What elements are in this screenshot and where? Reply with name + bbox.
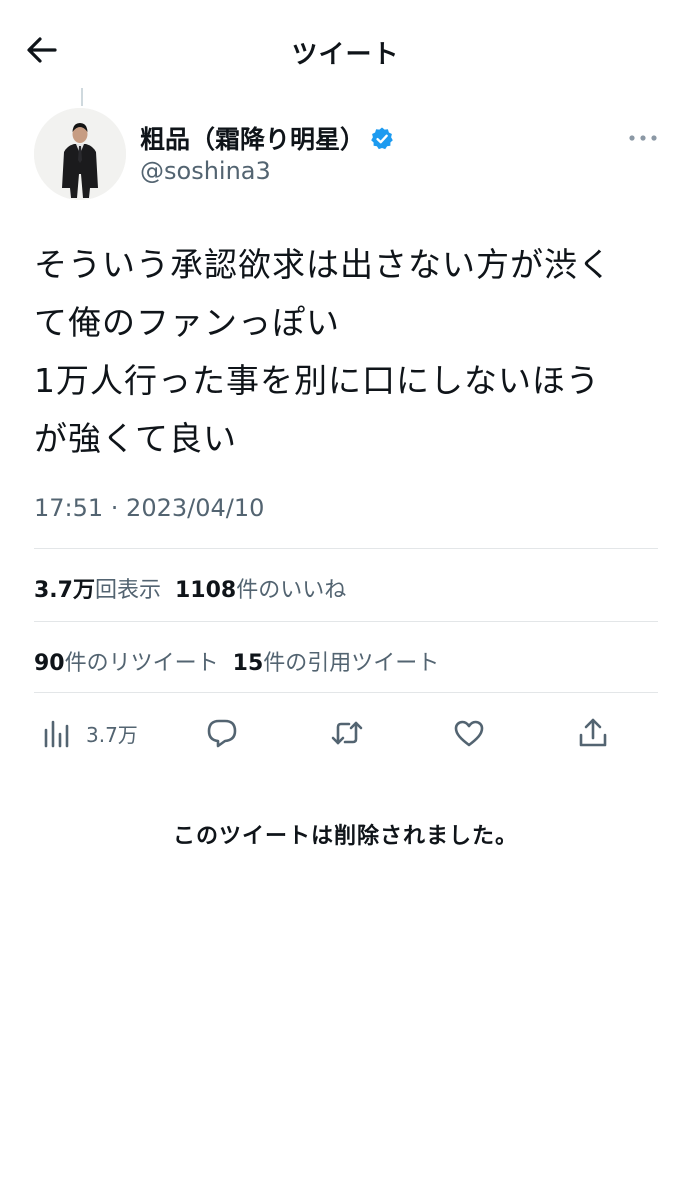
reply-button[interactable] — [205, 710, 239, 756]
author-handle[interactable]: @soshina3 — [140, 157, 271, 185]
views-button[interactable]: 3.7万 — [40, 710, 138, 756]
author-name-text: 粗品（霜降り明星） — [140, 125, 366, 154]
stats-row-views-likes: 3.7万回表示 1108件のいいね — [34, 572, 346, 604]
likes-stat-label: 件のいいね — [236, 578, 347, 603]
reply-icon — [207, 719, 237, 748]
thread-connector-line — [81, 88, 83, 106]
avatar[interactable] — [34, 108, 126, 200]
views-stat-label: 回表示 — [94, 578, 161, 603]
retweets-stat-value: 90 — [34, 651, 65, 676]
views-count: 3.7万 — [86, 722, 138, 747]
tweet-detail-page: ツイート 粗品（霜降り明星） @soshina3 そういう承認欲求は出さない方が… — [0, 0, 691, 1200]
divider — [34, 692, 658, 693]
header: ツイート — [0, 0, 691, 100]
analytics-icon — [44, 720, 69, 748]
more-horizontal-icon — [629, 135, 657, 141]
like-icon — [454, 720, 484, 747]
quotes-stat-label: 件の引用ツイート — [263, 651, 440, 676]
likes-stat-value: 1108 — [175, 578, 237, 603]
page-title: ツイート — [291, 40, 400, 70]
likes-stat[interactable]: 1108件のいいね — [175, 578, 346, 603]
quotes-stat-value: 15 — [232, 651, 264, 676]
views-stat[interactable]: 3.7万回表示 — [34, 578, 161, 603]
tweet-text-line: そういう承認欲求は出さない方が渋く — [34, 245, 612, 284]
tweet-text: そういう承認欲求は出さない方が渋く て俺のファンっぽい 1万人行った事を別に口に… — [34, 236, 664, 468]
verified-badge-icon — [371, 127, 393, 150]
tweet-action-bar: 3.7万 — [0, 710, 691, 760]
tweet-text-line: が強くて良い — [34, 419, 238, 458]
like-button[interactable] — [452, 710, 486, 756]
person-icon — [34, 108, 126, 200]
retweets-stat[interactable]: 90件のリツイート — [34, 651, 219, 676]
divider — [34, 621, 658, 622]
views-stat-value: 3.7万 — [34, 578, 95, 603]
tweet-timestamp[interactable]: 17:51 · 2023/04/10 — [34, 494, 264, 522]
share-button[interactable] — [576, 710, 610, 756]
retweet-icon — [331, 721, 363, 745]
deleted-tweet-notice: このツイートは削除されました。 — [172, 824, 518, 849]
tweet-text-line: て俺のファンっぽい — [34, 303, 340, 342]
stats-row-retweets-quotes: 90件のリツイート 15件の引用ツイート — [34, 645, 439, 677]
quotes-stat[interactable]: 15件の引用ツイート — [233, 651, 440, 676]
retweet-button[interactable] — [330, 710, 364, 756]
more-options-button[interactable] — [626, 128, 660, 148]
tweet-text-line: 1万人行った事を別に口にしないほう — [34, 361, 600, 400]
divider — [34, 548, 658, 549]
author-display-name[interactable]: 粗品（霜降り明星） — [140, 120, 395, 156]
share-icon — [579, 718, 607, 747]
retweets-stat-label: 件のリツイート — [64, 651, 219, 676]
